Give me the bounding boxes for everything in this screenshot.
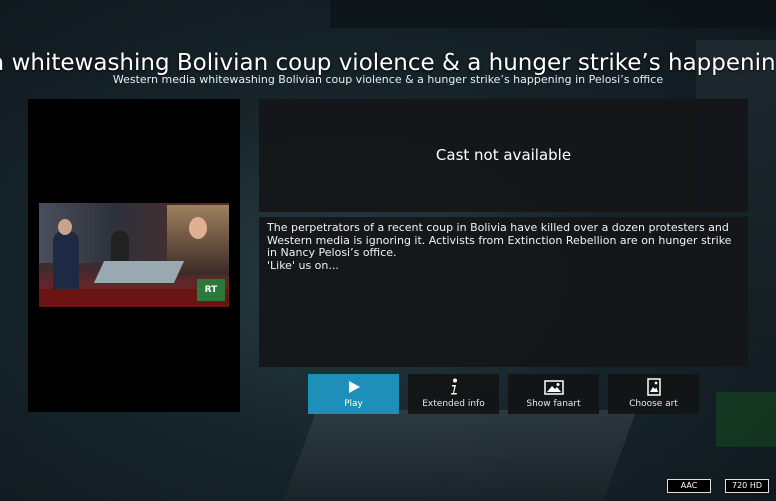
play-button-label: Play xyxy=(344,399,363,409)
thumbnail-presenter-head xyxy=(58,219,72,235)
choose-art-icon xyxy=(608,378,699,396)
play-icon xyxy=(308,378,399,396)
show-fanart-button[interactable]: Show fanart xyxy=(508,374,599,414)
rt-logo: RT xyxy=(197,279,225,301)
cast-panel: Cast not available xyxy=(259,99,748,212)
audio-codec-badge: AAC xyxy=(667,479,711,493)
image-icon xyxy=(508,378,599,396)
extended-info-button[interactable]: Extended info xyxy=(408,374,499,414)
choose-art-label: Choose art xyxy=(629,399,678,409)
cast-message: Cast not available xyxy=(435,146,572,164)
play-button[interactable]: Play xyxy=(308,374,399,414)
plot-text: The perpetrators of a recent coup in Bol… xyxy=(267,221,732,272)
thumbnail-presenter xyxy=(53,231,79,291)
plot-panel[interactable]: The perpetrators of a recent coup in Bol… xyxy=(259,217,748,367)
thumbnail-desk xyxy=(93,261,185,283)
thumbnail-face xyxy=(189,217,207,239)
extended-info-label: Extended info xyxy=(422,399,485,409)
page-subtitle: Western media whitewashing Bolivian coup… xyxy=(112,73,664,86)
choose-art-button[interactable]: Choose art xyxy=(608,374,699,414)
video-resolution-badge: 720 HD xyxy=(725,479,769,493)
info-icon xyxy=(408,378,499,396)
show-fanart-label: Show fanart xyxy=(526,399,581,409)
poster-panel: RT xyxy=(28,99,240,412)
video-thumbnail: RT xyxy=(39,203,229,307)
